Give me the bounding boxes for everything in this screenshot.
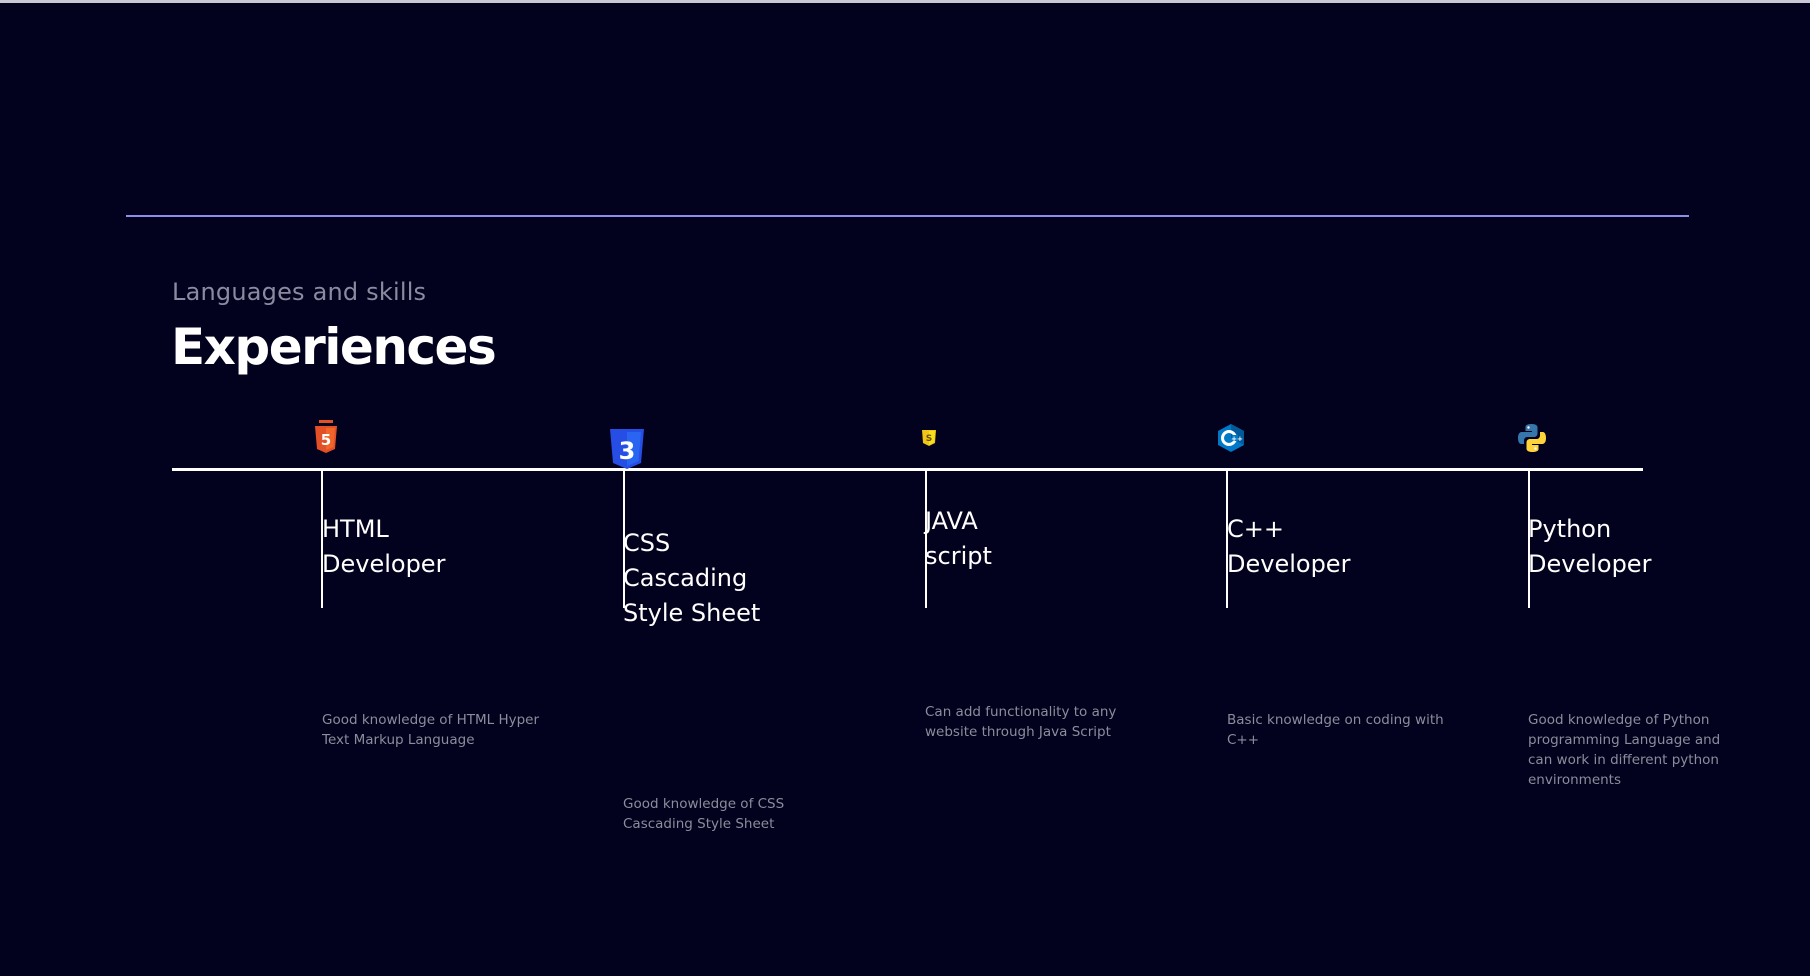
experience-role: CSS Cascading Style Sheet (623, 529, 761, 627)
experience-description: Good knowledge of HTML Hyper Text Markup… (322, 712, 540, 748)
section-subtitle: Languages and skills (172, 278, 427, 306)
javascript-icon: S (921, 429, 937, 451)
svg-text:S: S (926, 434, 932, 444)
css3-icon: 3 (609, 428, 645, 474)
experience-role: HTML Developer (322, 515, 446, 578)
experience-description: Good knowledge of Python programming Lan… (1528, 712, 1721, 788)
window-top-border (0, 0, 1810, 3)
experience-role: JAVA script (925, 507, 992, 570)
experience-description: Good knowledge of CSS Cascading Style Sh… (623, 796, 785, 832)
section-title: Experiences (171, 318, 497, 376)
python-icon (1516, 422, 1548, 458)
svg-text:++: ++ (1231, 435, 1243, 443)
svg-text:3: 3 (619, 437, 636, 465)
svg-text:5: 5 (321, 431, 331, 449)
experience-role: Python Developer (1528, 515, 1652, 578)
html5-icon: 5 (314, 420, 338, 458)
experience-role: C++ Developer (1227, 515, 1351, 578)
cplusplus-icon: ++ (1216, 423, 1246, 457)
timeline-axis (172, 468, 1643, 471)
experience-description: Basic knowledge on coding with C++ (1227, 712, 1444, 748)
section-divider (126, 215, 1689, 217)
experience-description: Can add functionality to any website thr… (925, 704, 1117, 740)
